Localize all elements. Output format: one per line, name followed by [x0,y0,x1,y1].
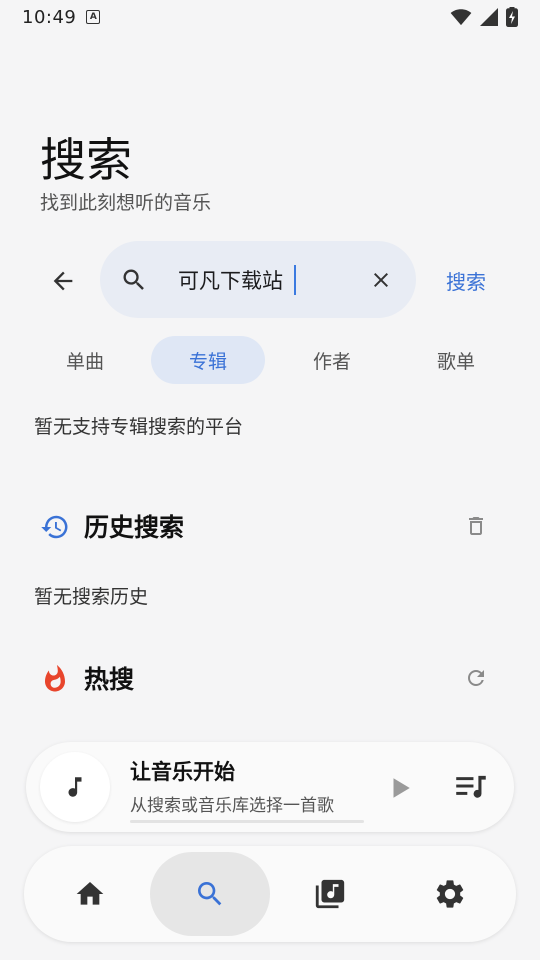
battery-charging-icon [506,7,518,27]
settings-icon [436,880,464,908]
player-title: 让音乐开始 [130,760,235,784]
search-box [100,241,416,318]
results-message: 暂无支持专辑搜索的平台 [34,416,244,438]
page-subtitle: 找到此刻想听的音乐 [40,192,212,214]
bottom-nav [24,846,516,942]
nav-search[interactable] [150,852,270,936]
music-note-icon [68,777,82,797]
wifi-icon [450,9,472,26]
clear-button[interactable] [368,267,394,293]
album-art [40,752,110,822]
search-type-tabs: 单曲 专辑 作者 歌单 [24,336,520,384]
tab-single[interactable]: 单曲 [28,336,142,384]
close-icon [374,273,388,287]
mini-player[interactable]: 让音乐开始 从搜索或音乐库选择一首歌 [26,742,514,832]
clear-history-button[interactable] [462,512,490,540]
search-submit-button[interactable]: 搜索 [436,266,496,296]
page-title: 搜索 [40,133,132,187]
search-input[interactable] [178,263,358,297]
tab-album[interactable]: 专辑 [151,336,265,384]
back-button[interactable] [40,258,86,304]
text-cursor [294,265,296,295]
home-icon [76,882,104,905]
a-badge-icon: A [86,10,101,24]
hot-title: 热搜 [84,665,135,694]
refresh-icon [468,670,484,686]
library-icon [315,879,345,909]
queue-button[interactable] [454,772,488,802]
player-subtitle: 从搜索或音乐库选择一首歌 [130,796,334,816]
flame-icon [40,664,70,694]
history-header: 历史搜索 [40,506,500,546]
history-icon [40,512,70,542]
queue-music-icon [456,775,486,798]
tab-playlist[interactable]: 歌单 [399,336,513,384]
play-icon [393,778,410,798]
history-title: 历史搜索 [84,513,185,542]
refresh-hot-button[interactable] [462,664,490,692]
status-time: 10:49 [22,6,77,28]
arrow-left-icon [53,271,73,291]
hot-header: 热搜 [40,658,500,698]
nav-settings[interactable] [390,852,510,936]
nav-home[interactable] [30,852,150,936]
search-icon [120,266,148,294]
play-button[interactable] [386,774,414,802]
history-empty-message: 暂无搜索历史 [34,586,149,608]
status-bar: 10:49 A [0,0,540,34]
delete-icon [469,517,483,535]
search-icon [198,882,222,906]
tab-artist[interactable]: 作者 [275,336,389,384]
status-right [450,7,518,27]
nav-library[interactable] [270,852,390,936]
player-progress [130,820,364,823]
cell-signal-icon [480,8,498,26]
status-left: 10:49 A [22,6,101,28]
